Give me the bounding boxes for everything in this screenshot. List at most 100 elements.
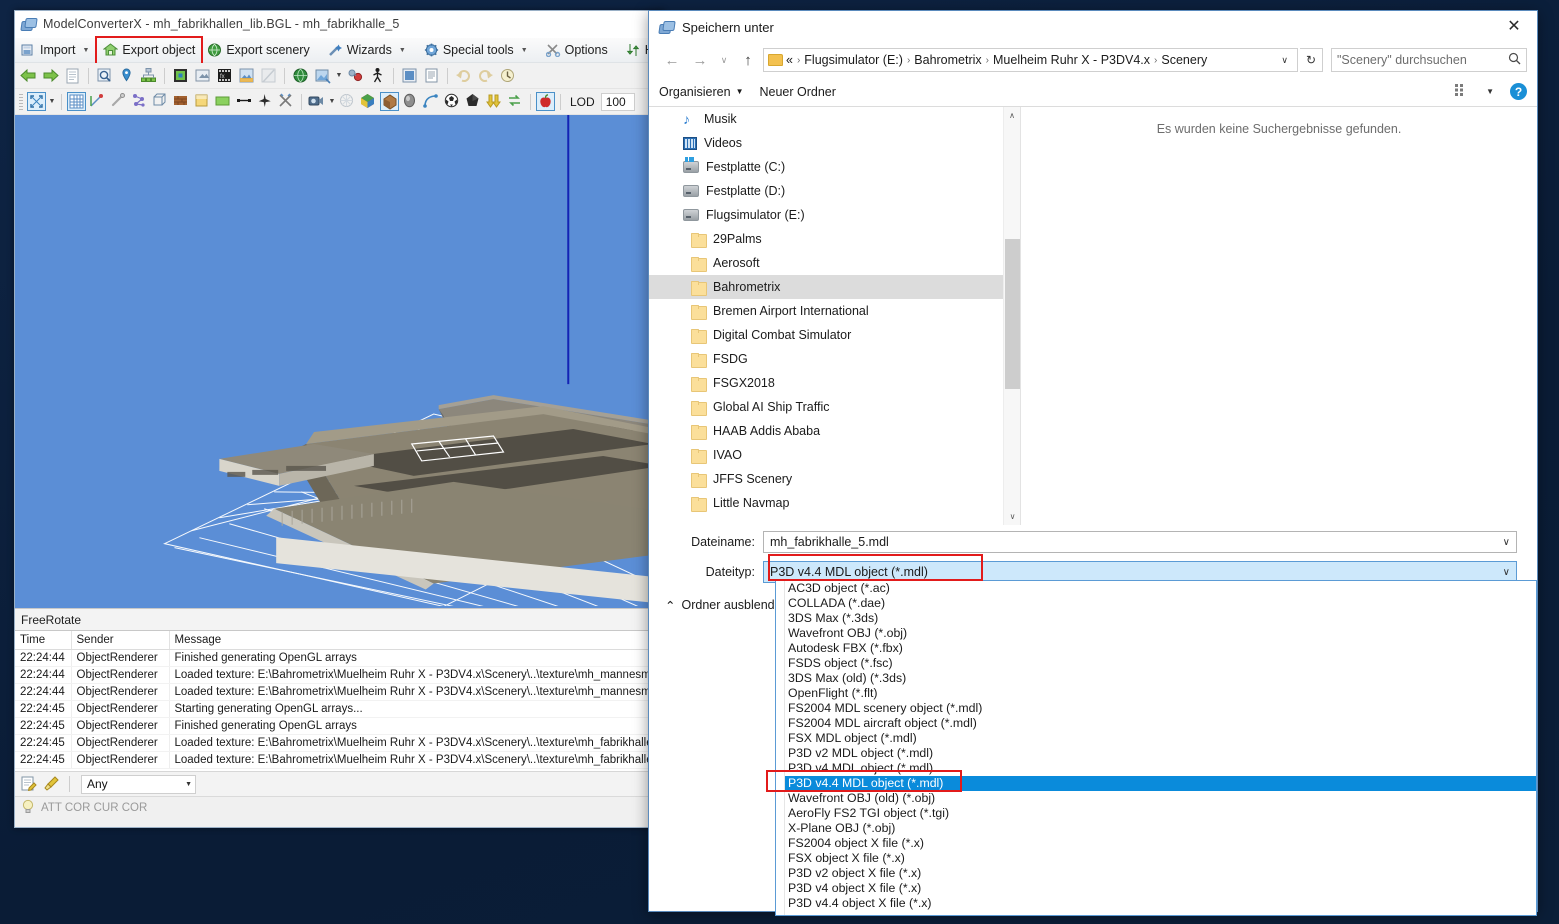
bounding-box-icon[interactable] (151, 92, 170, 111)
bones-icon[interactable] (130, 92, 149, 111)
new-folder-button[interactable]: Neuer Ordner (760, 85, 836, 99)
tree-item-festplatte-d[interactable]: Festplatte (D:) (649, 179, 1020, 203)
material-editor-icon[interactable] (171, 66, 190, 85)
scenery-object-icon[interactable] (313, 66, 332, 85)
table-row[interactable]: 22:24:45 ObjectRenderer Finished generatin… (15, 717, 663, 735)
aircraft-icon[interactable] (256, 92, 275, 111)
tree-item-flugsimulator-e[interactable]: Flugsimulator (E:) (649, 203, 1020, 227)
search-input[interactable]: "Scenery" durchsuchen (1331, 48, 1527, 72)
filename-input[interactable]: mh_fabrikhalle_5.mdl ∨ (763, 531, 1517, 553)
vector-icon[interactable] (235, 92, 254, 111)
chevron-down-icon[interactable]: ▼ (328, 98, 336, 105)
globe-icon[interactable] (291, 66, 310, 85)
table-row[interactable]: 22:24:45 ObjectRenderer Loaded texture: E:… (15, 751, 663, 769)
scroll-down-icon[interactable]: ∨ (1004, 508, 1020, 525)
inspect-icon[interactable] (95, 66, 114, 85)
tree-item-fsdg[interactable]: FSDG (649, 347, 1020, 371)
grid-icon[interactable] (67, 92, 86, 111)
hierarchy-icon[interactable] (139, 66, 158, 85)
history-icon[interactable] (498, 66, 517, 85)
scroll-up-icon[interactable]: ∧ (1004, 107, 1020, 124)
tree-item-ivao[interactable]: IVAO (649, 443, 1020, 467)
clear-log-icon[interactable] (43, 775, 62, 794)
filetype-dropdown-list[interactable]: AC3D object (*.ac) COLLADA (*.dae) 3DS M… (775, 580, 1537, 916)
recent-locations-button[interactable]: ∨ (715, 47, 733, 73)
report-icon[interactable] (422, 66, 441, 85)
organize-button[interactable]: Organisieren ▼ (659, 85, 744, 99)
log-col-time[interactable]: Time (15, 631, 72, 650)
filetype-option-1[interactable]: COLLADA (*.dae) (776, 596, 1536, 611)
crossed-tools-icon[interactable] (277, 92, 296, 111)
filetype-option-6[interactable]: 3DS Max (old) (*.3ds) (776, 671, 1536, 686)
animation-icon[interactable]: fx (215, 66, 234, 85)
filetype-option-14[interactable]: Wavefront OBJ (old) (*.obj) (776, 791, 1536, 806)
axis-icon[interactable] (88, 92, 107, 111)
menu-import[interactable]: Import ▼ (15, 38, 95, 63)
filetype-option-17[interactable]: FS2004 object X file (*.x) (776, 836, 1536, 851)
close-icon[interactable]: ✕ (1491, 11, 1537, 41)
help-button[interactable]: ? (1510, 83, 1527, 100)
navigation-tree[interactable]: ♪ Musik Videos Festplatte (C:) Festplatt… (649, 107, 1021, 525)
grayscale-icon[interactable] (401, 92, 420, 111)
spline-icon[interactable] (422, 92, 441, 111)
chevron-down-icon[interactable]: ∨ (1276, 55, 1293, 66)
chevron-down-icon[interactable]: ▼ (399, 47, 406, 54)
fullscreen-icon[interactable] (27, 92, 46, 111)
menu-export-scenery[interactable]: Export scenery (201, 38, 315, 63)
dropdown-scroll-track[interactable] (776, 581, 785, 915)
black-sphere-icon[interactable] (464, 92, 483, 111)
log-col-message[interactable]: Message (169, 631, 663, 650)
breadcrumb-prefix[interactable]: « (786, 53, 793, 67)
back-button[interactable]: ← (659, 47, 685, 73)
refresh-icon[interactable]: ↻ (1300, 48, 1323, 72)
log-grid[interactable]: Time Sender Message 22:24:44 ObjectRender… (15, 631, 663, 771)
screenshot-icon[interactable] (400, 66, 419, 85)
tree-item-aerosoft[interactable]: Aerosoft (649, 251, 1020, 275)
table-row[interactable]: 22:24:44 ObjectRenderer Loaded texture: E:… (15, 666, 663, 684)
green-square-icon[interactable] (214, 92, 233, 111)
wireframe-icon[interactable] (338, 92, 357, 111)
filetype-option-18[interactable]: FSX object X file (*.x) (776, 851, 1536, 866)
menu-options[interactable]: Options (540, 38, 614, 63)
table-row[interactable]: 22:24:44 ObjectRenderer Finished generatin… (15, 649, 663, 667)
filetype-option-8[interactable]: FS2004 MDL scenery object (*.mdl) (776, 701, 1536, 716)
texture-icon[interactable] (172, 92, 191, 111)
tree-item-bremen-airport-international[interactable]: Bremen Airport International (649, 299, 1020, 323)
edit-log-icon[interactable] (20, 775, 39, 794)
filetype-option-16[interactable]: X-Plane OBJ (*.obj) (776, 821, 1536, 836)
sphere-icon[interactable] (443, 92, 462, 111)
texture-convert-icon[interactable] (237, 66, 256, 85)
table-row[interactable]: 22:24:45 ObjectRenderer Starting generatin… (15, 700, 663, 718)
filetype-option-2[interactable]: 3DS Max (*.3ds) (776, 611, 1536, 626)
tree-item-festplatte-c[interactable]: Festplatte (C:) (649, 155, 1020, 179)
tree-item-musik[interactable]: ♪ Musik (649, 107, 1020, 131)
tree-item-fsgx2018[interactable]: FSGX2018 (649, 371, 1020, 395)
location-pin-icon[interactable] (117, 66, 136, 85)
log-col-sender[interactable]: Sender (71, 631, 170, 650)
back-arrow-icon[interactable] (19, 66, 38, 85)
breadcrumb-item-1[interactable]: Bahrometrix (914, 53, 981, 67)
tree-item-digital-combat-simulator[interactable]: Digital Combat Simulator (649, 323, 1020, 347)
redo-icon[interactable] (476, 66, 495, 85)
forward-button[interactable]: → (687, 47, 713, 73)
filetype-option-19[interactable]: P3D v2 object X file (*.x) (776, 866, 1536, 881)
apple-icon[interactable] (536, 92, 555, 111)
chevron-down-icon[interactable]: ∨ (1503, 537, 1510, 548)
breadcrumb-item-3[interactable]: Scenery (1161, 53, 1207, 67)
undo-icon[interactable] (454, 66, 473, 85)
chevron-down-icon[interactable]: ∨ (1503, 567, 1510, 578)
filetype-option-9[interactable]: FS2004 MDL aircraft object (*.mdl) (776, 716, 1536, 731)
table-row[interactable]: 22:24:44 ObjectRenderer Loaded texture: E:… (15, 683, 663, 701)
tree-item-29palms[interactable]: 29Palms (649, 227, 1020, 251)
pin-icon[interactable] (109, 92, 128, 111)
filetype-option-0[interactable]: AC3D object (*.ac) (776, 581, 1536, 596)
up-button[interactable]: ↑ (735, 47, 761, 73)
shaded-model-icon[interactable] (380, 92, 399, 111)
chevron-down-icon[interactable]: ▼ (48, 98, 56, 105)
3d-viewport[interactable] (15, 115, 663, 608)
camera-icon[interactable] (307, 92, 326, 111)
document-icon[interactable] (63, 66, 82, 85)
filetype-option-13[interactable]: P3D v4.4 MDL object (*.mdl) (776, 776, 1536, 791)
forward-arrow-icon[interactable] (41, 66, 60, 85)
crossed-image-icon[interactable] (259, 66, 278, 85)
